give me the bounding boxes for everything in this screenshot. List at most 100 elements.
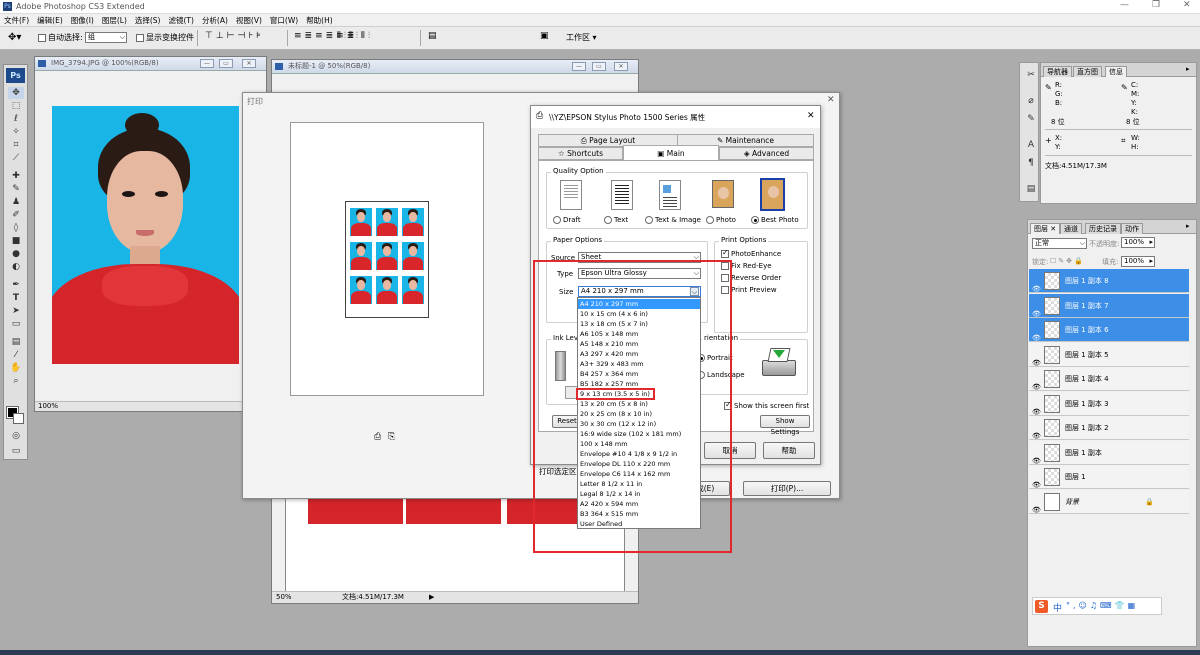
clone-source-icon[interactable]: ✎ [1023, 113, 1039, 125]
blur-tool-icon[interactable]: ● [8, 248, 24, 260]
character-icon[interactable]: A [1023, 139, 1039, 151]
print-preview-icon[interactable]: ⎘ [388, 432, 395, 442]
workspace-icon[interactable]: ▣ [540, 31, 549, 41]
notes-tool-icon[interactable]: ▤ [8, 336, 24, 348]
hand-tool-icon[interactable]: ✋ [8, 362, 24, 374]
tab-info[interactable]: 信息 [1105, 66, 1127, 77]
menu-item-8[interactable]: 窗口(W) [266, 14, 302, 27]
tab-layers[interactable]: 图层 ✕ [1030, 223, 1061, 234]
menu-item-0[interactable]: 文件(F) [0, 14, 33, 27]
show-screen-first-checkbox[interactable]: Show this screen first [724, 400, 809, 410]
ime-mode[interactable]: 中 [1053, 601, 1062, 614]
align-icons[interactable]: ⊤⊥⊢⊣⊦⊧ [205, 31, 264, 41]
move-tool-icon[interactable]: ✥ [8, 87, 24, 99]
background-color-swatch[interactable] [13, 413, 24, 424]
tab-actions[interactable]: 动作 [1121, 223, 1143, 234]
tab-history[interactable]: 历史记录 [1085, 223, 1121, 234]
layer-row[interactable]: 👁 图层 1 副本 2 [1029, 416, 1189, 440]
quality-radio-4[interactable]: Best Photo [751, 216, 799, 224]
show-settings-button[interactable]: Show Settings [760, 415, 810, 436]
photo-canvas[interactable] [52, 106, 239, 364]
layer-row[interactable]: 👁 图层 1 副本 5 [1029, 342, 1189, 367]
layer-row[interactable]: 👁 图层 1 副本 8 [1029, 269, 1189, 293]
crop-tool-icon[interactable]: ⌗ [8, 139, 24, 151]
minimize-icon[interactable]: — [1120, 0, 1129, 10]
print-option-checkbox-0[interactable]: PhotoEnhance [721, 248, 781, 258]
panel-menu-icon[interactable]: ▸ [1186, 65, 1190, 73]
menu-item-3[interactable]: 图层(L) [98, 14, 131, 27]
tab-channels[interactable]: 通道 [1060, 223, 1082, 234]
brushes-icon[interactable]: ⌀ [1023, 95, 1039, 107]
paragraph-icon[interactable]: ¶ [1023, 157, 1039, 169]
ime-tool-icons[interactable]: °,☺♫⌨👕▦ [1066, 601, 1138, 610]
page-setup-icon[interactable]: ⎙ [374, 432, 381, 442]
maximize-icon[interactable]: ▭ [219, 59, 233, 68]
maximize-icon[interactable]: ▭ [592, 62, 606, 71]
distribute-icons-2[interactable]: ⫴⫶⫴⫶⫴⫶ [337, 31, 373, 41]
panel-menu-icon[interactable]: ▸ [1186, 222, 1190, 230]
tab-main[interactable]: ▣ Main [623, 145, 719, 161]
lock-icons[interactable]: ☐✎✥🔒 [1050, 257, 1085, 265]
healing-brush-icon[interactable]: ✚ [8, 170, 24, 182]
tab-navigator[interactable]: 导航器 [1043, 66, 1072, 77]
play-icon[interactable]: ▶ [429, 592, 434, 603]
auto-align-icon[interactable]: ▤ [428, 31, 437, 41]
layer-comps-icon[interactable]: ▤ [1023, 183, 1039, 195]
print-button[interactable]: 打印(P)... [743, 481, 831, 496]
quality-radio-1[interactable]: Text [604, 216, 628, 224]
close-icon[interactable]: ✕ [614, 62, 628, 71]
close-icon[interactable]: ✕ [827, 95, 835, 105]
move-tool-icon[interactable]: ✥▾ [8, 32, 21, 43]
marquee-tool-icon[interactable]: ⬚ [8, 100, 24, 112]
dodge-tool-icon[interactable]: ◐ [8, 261, 24, 273]
gradient-tool-icon[interactable]: ■ [8, 235, 24, 247]
magic-wand-icon[interactable]: ✧ [8, 126, 24, 138]
help-button[interactable]: 帮助 [763, 442, 815, 459]
quality-radio-3[interactable]: Photo [706, 216, 736, 224]
tab-shortcuts[interactable]: ☆ Shortcuts [538, 147, 623, 160]
quality-radio-0[interactable]: Draft [553, 216, 581, 224]
eye-icon[interactable]: 👁 [1032, 498, 1041, 522]
menu-item-1[interactable]: 编辑(E) [33, 14, 67, 27]
show-transform-checkbox[interactable]: 显示变换控件 [136, 32, 194, 43]
menu-item-6[interactable]: 分析(A) [198, 14, 232, 27]
tab-advanced[interactable]: ◈ Advanced [719, 147, 814, 160]
close-icon[interactable]: ✕ [1183, 0, 1191, 10]
layer-row[interactable]: 👁 图层 1 副本 [1029, 440, 1189, 465]
eyedropper-icon[interactable]: ⁄ [8, 349, 24, 361]
menu-item-2[interactable]: 图像(I) [67, 14, 98, 27]
close-icon[interactable]: ✕ [242, 59, 256, 68]
menu-item-9[interactable]: 帮助(H) [302, 14, 337, 27]
slice-tool-icon[interactable]: ⟋ [8, 152, 24, 164]
auto-select-dropdown[interactable]: 组 ⌵ [85, 32, 127, 43]
layer-row[interactable]: 👁 背景 🔒 [1029, 489, 1189, 514]
restore-icon[interactable]: ❐ [1152, 0, 1160, 10]
fill-field[interactable]: 100% ▸ [1121, 256, 1155, 267]
menu-item-5[interactable]: 滤镜(T) [165, 14, 198, 27]
tab-histogram[interactable]: 直方图 [1073, 66, 1102, 77]
zoom-tool-icon[interactable]: ⌕ [8, 375, 24, 387]
doc-zoom-2[interactable]: 50% [272, 593, 292, 601]
path-select-icon[interactable]: ➤ [8, 305, 24, 317]
quality-radio-2[interactable]: Text & Image [645, 216, 701, 224]
doc-zoom[interactable]: 100% [35, 402, 58, 410]
opacity-field[interactable]: 100% ▸ [1121, 237, 1155, 248]
eraser-tool-icon[interactable]: ◊ [8, 222, 24, 234]
minimize-icon[interactable]: — [572, 62, 586, 71]
tools-preset-icon[interactable]: ✂ [1023, 69, 1039, 81]
sogou-logo-icon[interactable]: S [1035, 600, 1048, 613]
quick-mask-icon[interactable]: ◎ [8, 430, 24, 442]
lasso-tool-icon[interactable]: ℓ [8, 113, 24, 125]
blend-mode-dropdown[interactable]: 正常 ⌵ [1032, 238, 1087, 249]
stamp-tool-icon[interactable]: ♟ [8, 196, 24, 208]
auto-select-checkbox[interactable]: 自动选择: [38, 32, 83, 43]
brush-tool-icon[interactable]: ✎ [8, 183, 24, 195]
pen-tool-icon[interactable]: ✒ [8, 279, 24, 291]
layer-row[interactable]: 👁 图层 1 副本 7 [1029, 293, 1189, 318]
screen-mode-icon[interactable]: ▭ [8, 445, 24, 457]
type-tool-icon[interactable]: T [8, 292, 24, 304]
history-brush-icon[interactable]: ✐ [8, 209, 24, 221]
minimize-icon[interactable]: — [200, 59, 214, 68]
layer-row[interactable]: 👁 图层 1 副本 3 [1029, 391, 1189, 416]
menu-item-7[interactable]: 视图(V) [232, 14, 266, 27]
